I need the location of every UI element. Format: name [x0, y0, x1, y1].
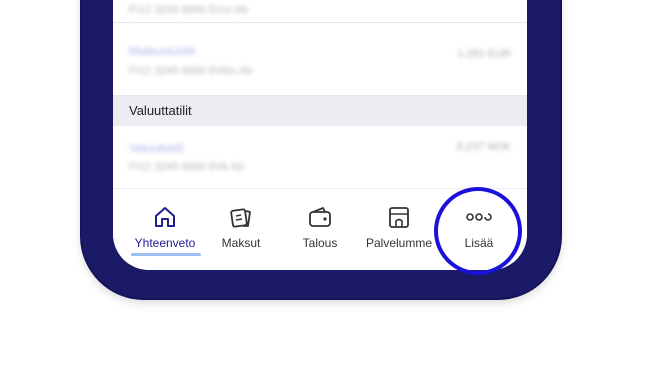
tab-label: Maksut	[221, 236, 261, 250]
section-title: Valuuttatilit	[129, 103, 192, 118]
account-iban: FI12 3245 6890 Erikin Ab	[129, 65, 253, 77]
account-iban: FI12 3245 6890 Erik Ab	[129, 161, 244, 173]
currency-account-row[interactable]: Valuuttatili FI12 3245 6890 Erik Ab 8.23…	[113, 127, 527, 187]
tab-talous[interactable]: Talous	[280, 189, 360, 250]
account-amount: 1.281 EUR	[457, 48, 511, 60]
account-amount: 8.237 NOK	[456, 141, 511, 153]
tab-label: Palvelumme	[365, 236, 433, 250]
tab-lisaa[interactable]: Lisää	[439, 189, 519, 250]
account-iban: FI12 3245 6890 Erno Ab	[129, 4, 249, 16]
tab-label: Talous	[302, 236, 338, 250]
tab-label: Lisää	[464, 236, 494, 250]
home-icon	[155, 207, 175, 227]
section-header-currency-accounts: Valuuttatilit	[113, 96, 527, 126]
active-tab-indicator	[131, 253, 201, 256]
account-row[interactable]: FI12 3245 6890 Erno Ab	[113, 0, 527, 23]
account-name: Valuuttatili	[129, 141, 184, 155]
tab-yhteenveto[interactable]: Yhteenveto	[123, 189, 207, 256]
store-icon	[389, 207, 409, 228]
app-screen: FI12 3245 6890 Erno Ab Matkustustili FI1…	[113, 0, 527, 270]
account-name: Matkustustili	[129, 44, 196, 58]
more-icon	[466, 213, 492, 221]
bottom-tab-bar: Yhteenveto Maksut Talous Palvelumme Lisä…	[113, 188, 527, 270]
wallet-icon	[309, 207, 331, 227]
account-row[interactable]: Matkustustili FI12 3245 6890 Erikin Ab 1…	[113, 23, 527, 96]
payments-icon	[230, 208, 251, 228]
tab-label: Yhteenveto	[134, 236, 196, 250]
tab-palvelumme[interactable]: Palvelumme	[359, 189, 439, 250]
tab-maksut[interactable]: Maksut	[201, 189, 281, 250]
